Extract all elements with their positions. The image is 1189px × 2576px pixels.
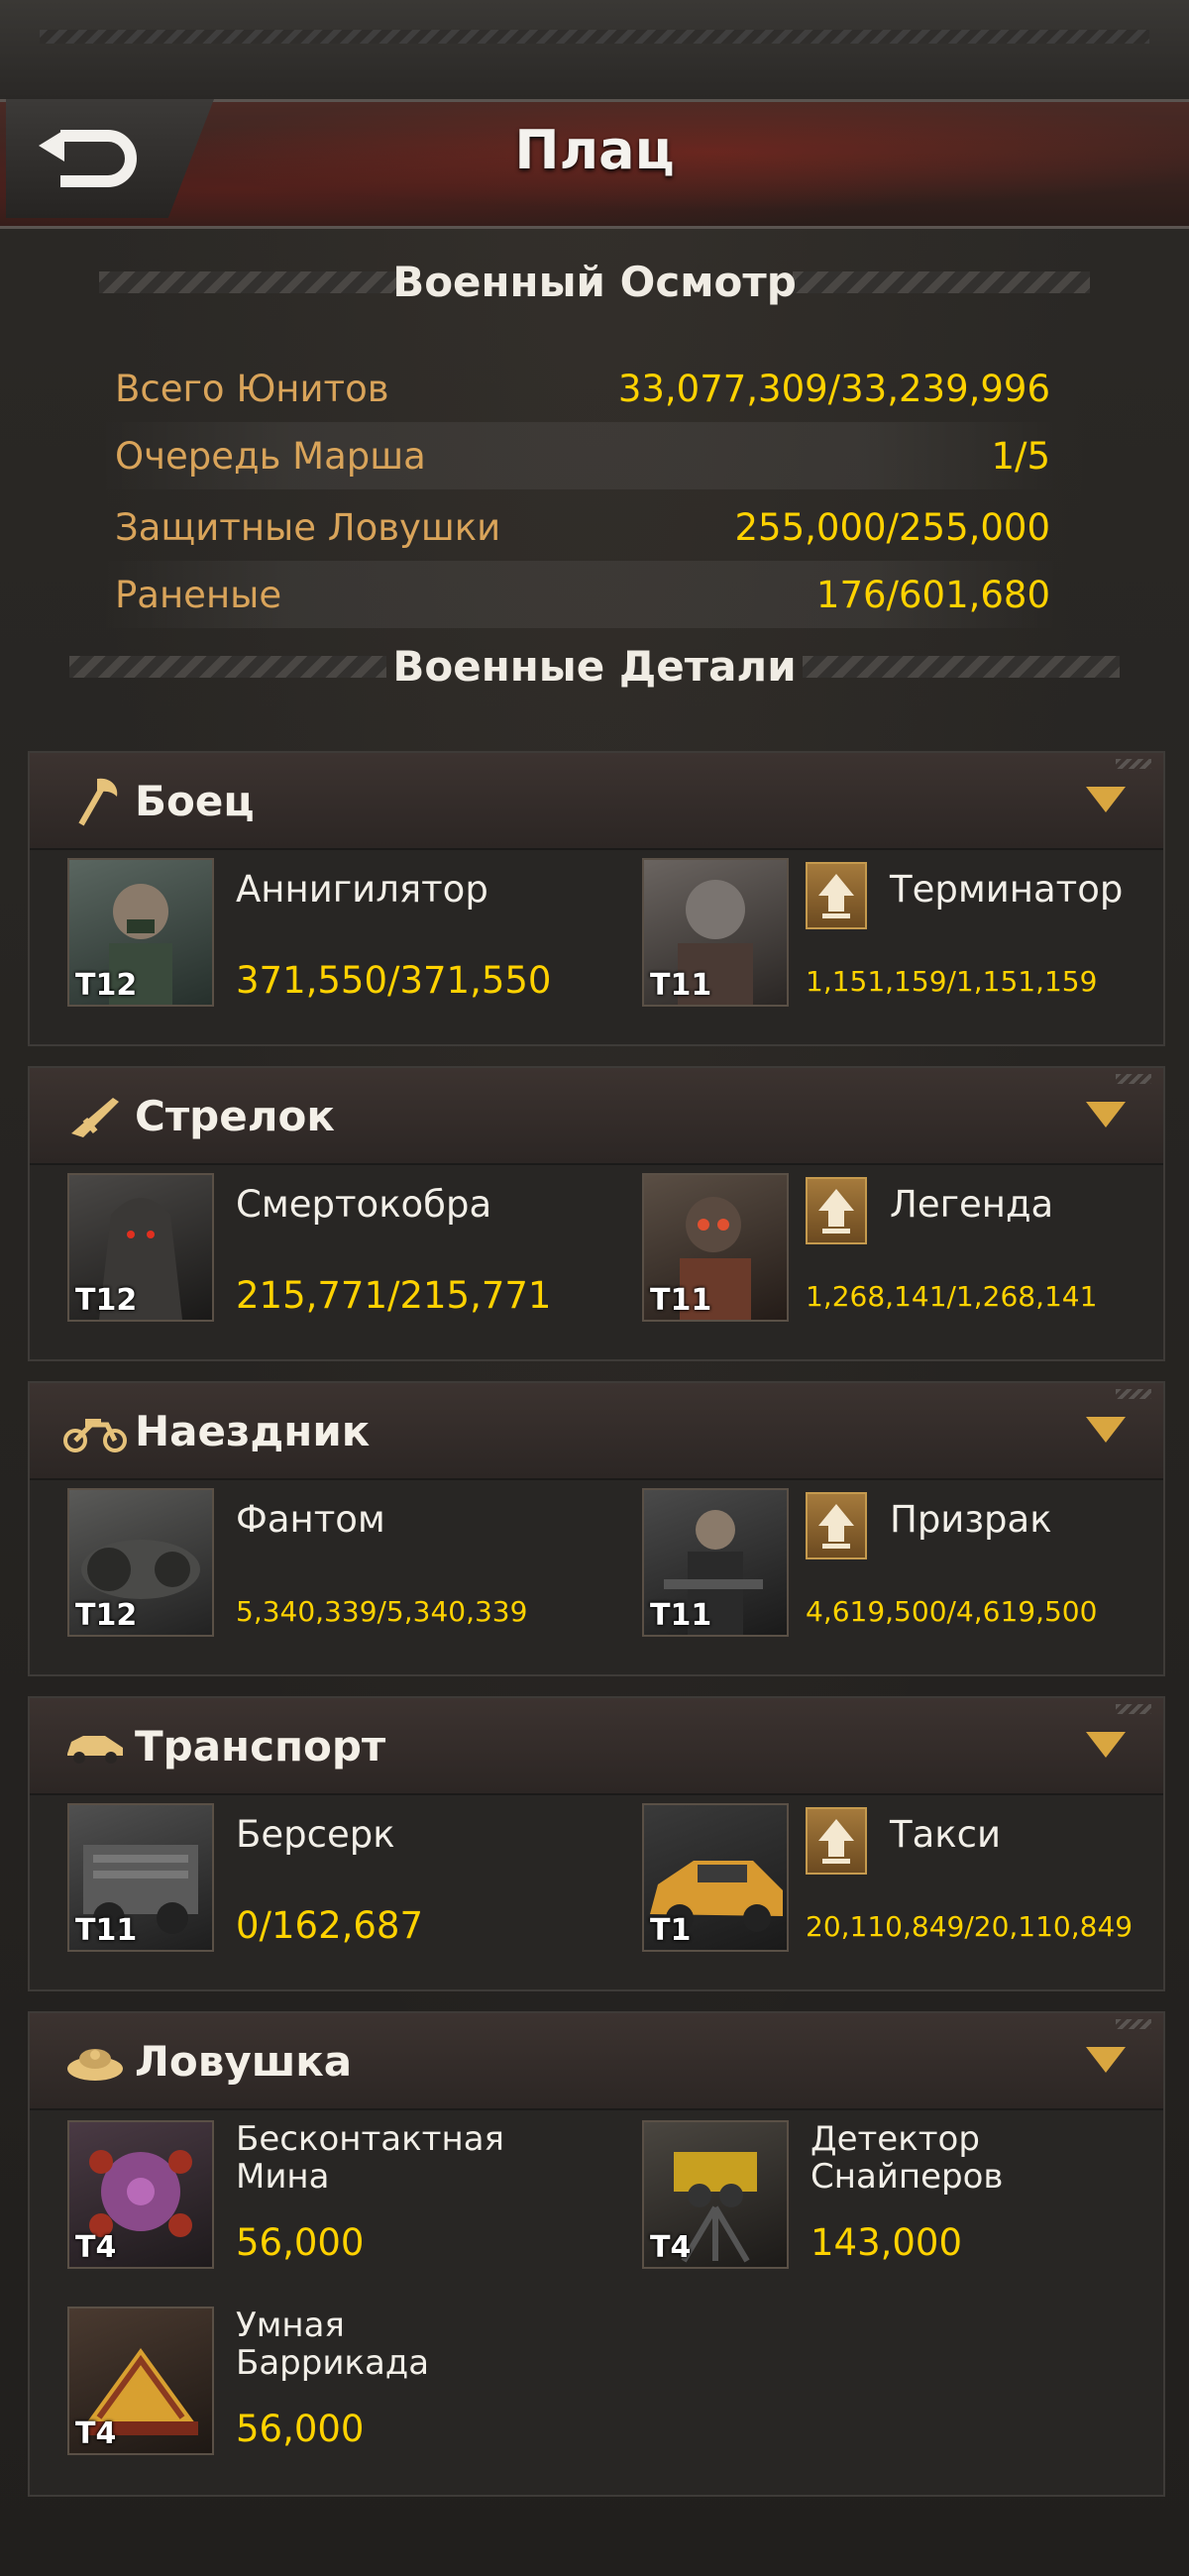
unit-portrait[interactable]: T1 — [642, 1803, 789, 1952]
unit-portrait[interactable]: T11 — [642, 1488, 789, 1637]
car-icon — [63, 1714, 127, 1777]
unit-card[interactable]: T11 Терминатор 1,151,159/1,151,159 — [642, 858, 1189, 1009]
rifle-icon — [63, 1084, 127, 1147]
category-panel-fighter: Боец T12 Аннигилятор 371,550/371,550 T11… — [28, 751, 1165, 1046]
unit-card[interactable]: T12 Аннигилятор 371,550/371,550 — [67, 858, 622, 1009]
collapse-arrow-icon[interactable] — [1086, 2047, 1126, 2073]
upgrade-button[interactable] — [806, 862, 867, 929]
collapse-arrow-icon[interactable] — [1086, 1102, 1126, 1127]
page-title: Плац — [514, 119, 675, 181]
unit-card[interactable]: T11 Легенда 1,268,141/1,268,141 — [642, 1173, 1189, 1324]
unit-card[interactable]: T12 Смертокобра 215,771/215,771 — [67, 1173, 622, 1324]
category-header-rider[interactable]: Наездник — [30, 1383, 1163, 1480]
unit-portrait[interactable]: T12 — [67, 858, 214, 1007]
category-panel-transport: Транспорт T11 Берсерк 0/162,687 T1 Такси… — [28, 1696, 1165, 1991]
unit-portrait[interactable]: T4 — [67, 2307, 214, 2455]
unit-card[interactable]: T4 Детектор Снайперов 143,000 — [642, 2120, 1189, 2271]
details-heading: Военные Детали — [0, 642, 1189, 691]
upgrade-button[interactable] — [806, 1177, 867, 1244]
category-header-transport[interactable]: Транспорт — [30, 1698, 1163, 1795]
up-arrow-icon — [818, 874, 854, 918]
up-arrow-icon — [818, 1504, 854, 1549]
unit-card[interactable]: T11 Призрак 4,619,500/4,619,500 — [642, 1488, 1189, 1639]
unit-card[interactable]: T1 Такси 20,110,849/20,110,849 — [642, 1803, 1189, 1954]
unit-portrait[interactable]: T12 — [67, 1173, 214, 1322]
upgrade-button[interactable] — [806, 1807, 867, 1875]
unit-portrait[interactable]: T12 — [67, 1488, 214, 1637]
collapse-arrow-icon[interactable] — [1086, 1417, 1126, 1443]
top-frame — [0, 0, 1189, 103]
category-panel-trap: Ловушка T4 Бесконтактная Мина 56,000 T4 … — [28, 2011, 1165, 2497]
up-arrow-icon — [818, 1189, 854, 1234]
stat-total-units: Всего Юнитов 33,077,309/33,239,996 — [115, 367, 1050, 410]
unit-card[interactable]: T11 Берсерк 0/162,687 — [67, 1803, 622, 1954]
category-panel-shooter: Стрелок T12 Смертокобра 215,771/215,771 … — [28, 1066, 1165, 1361]
unit-portrait[interactable]: T4 — [67, 2120, 214, 2269]
axe-icon — [63, 769, 127, 832]
stat-march-queue: Очередь Марша 1/5 — [99, 422, 1060, 489]
category-header-shooter[interactable]: Стрелок — [30, 1068, 1163, 1165]
collapse-arrow-icon[interactable] — [1086, 787, 1126, 812]
stat-wounded: Раненые 176/601,680 — [99, 561, 1060, 628]
unit-portrait[interactable]: T11 — [642, 1173, 789, 1322]
category-header-fighter[interactable]: Боец — [30, 753, 1163, 850]
up-arrow-icon — [818, 1819, 854, 1864]
unit-portrait[interactable]: T4 — [642, 2120, 789, 2269]
category-header-trap[interactable]: Ловушка — [30, 2013, 1163, 2110]
overview-heading: Военный Осмотр — [0, 258, 1189, 306]
unit-portrait[interactable]: T11 — [642, 858, 789, 1007]
unit-card[interactable]: T4 Умная Баррикада 56,000 — [67, 2307, 622, 2457]
mine-icon — [63, 2029, 127, 2093]
stat-defensive-traps: Защитные Ловушки 255,000/255,000 — [115, 505, 1050, 549]
collapse-arrow-icon[interactable] — [1086, 1732, 1126, 1758]
motorcycle-icon — [63, 1399, 127, 1462]
upgrade-button[interactable] — [806, 1492, 867, 1559]
unit-card[interactable]: T4 Бесконтактная Мина 56,000 — [67, 2120, 622, 2271]
unit-portrait[interactable]: T11 — [67, 1803, 214, 1952]
category-panel-rider: Наездник T12 Фантом 5,340,339/5,340,339 … — [28, 1381, 1165, 1676]
unit-card[interactable]: T12 Фантом 5,340,339/5,340,339 — [67, 1488, 622, 1639]
